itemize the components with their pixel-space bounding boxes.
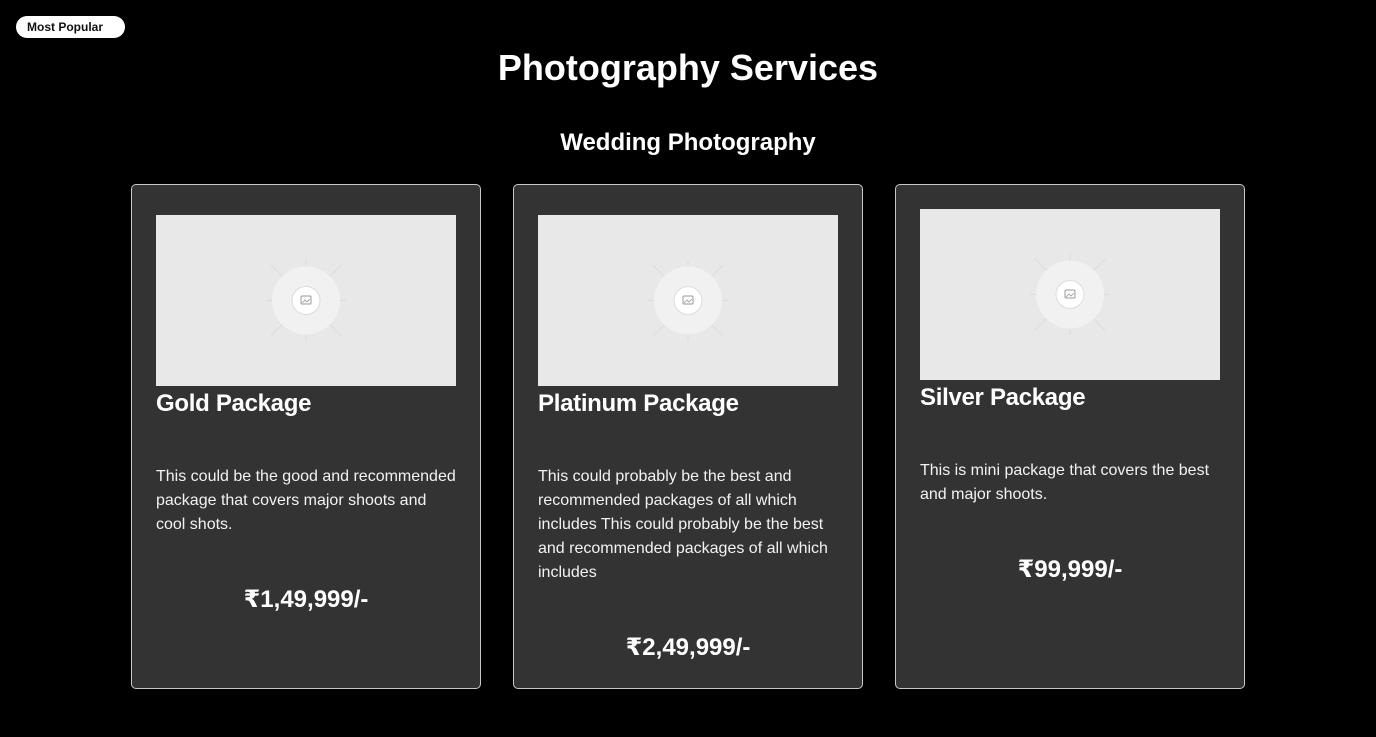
package-description: This could probably be the best and reco…	[538, 468, 828, 581]
package-title: Silver Package	[920, 384, 1086, 411]
package-title: Gold Package	[156, 390, 312, 417]
package-price: ₹1,49,999/-	[243, 586, 369, 613]
image-placeholder-icon	[648, 260, 728, 341]
section-title: Wedding Photography	[560, 129, 816, 156]
image-placeholder-icon	[266, 260, 346, 341]
package-image	[156, 215, 456, 386]
page-title: Photography Services	[497, 47, 879, 88]
page: Most Popular Photography Services Weddin…	[0, 0, 1376, 737]
package-image	[920, 209, 1220, 380]
package-description: This is mini package that covers the bes…	[920, 462, 1210, 503]
package-title: Platinum Package	[538, 390, 739, 417]
package-price: ₹99,999/-	[1017, 556, 1123, 583]
package-image	[538, 215, 838, 386]
package-description: This could be the good and recommended p…	[156, 468, 456, 533]
package-price: ₹2,49,999/-	[625, 634, 751, 661]
most-popular-badge: Most Popular	[16, 16, 125, 38]
package-card-platinum[interactable]: Platinum Package This could probably be …	[513, 184, 863, 689]
package-card-silver[interactable]: Silver Package This is mini package that…	[895, 184, 1245, 689]
package-card-gold[interactable]: Gold Package This could be the good and …	[131, 184, 481, 689]
image-placeholder-icon	[1030, 254, 1110, 335]
